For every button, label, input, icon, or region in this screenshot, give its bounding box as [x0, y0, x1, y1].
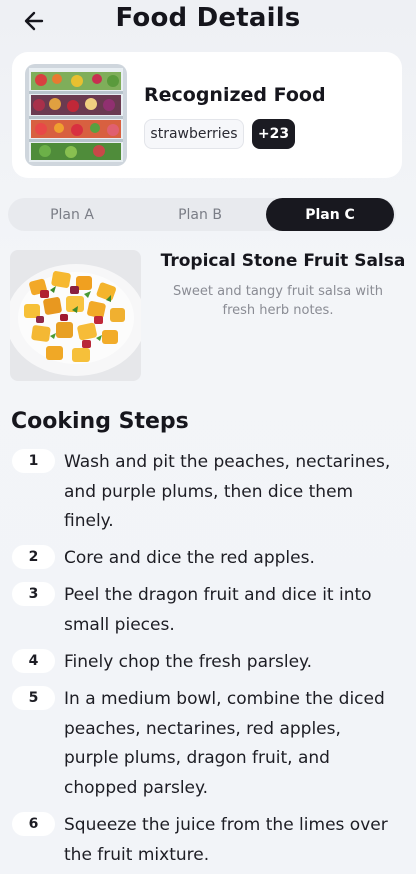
step-text: Squeeze the juice from the limes over th… — [64, 815, 388, 865]
step-text: Wash and pit the peaches, nectarines, an… — [64, 452, 391, 531]
page-title: Food Details — [115, 3, 301, 33]
step-number: 5 — [12, 686, 55, 710]
step-number: 3 — [12, 582, 55, 606]
step-number: 1 — [12, 449, 55, 473]
dish-description: Sweet and tangy fruit salsa with fresh h… — [173, 284, 383, 318]
step-number: 4 — [12, 649, 55, 673]
header: Food Details — [0, 0, 416, 44]
step-text: Peel the dragon fruit and dice it into s… — [64, 585, 372, 635]
fridge-photo — [25, 64, 127, 166]
dish-photo — [10, 250, 141, 381]
step-number: 6 — [12, 812, 55, 836]
tab-plan-b[interactable]: Plan B — [136, 198, 264, 231]
recognized-food-title: Recognized Food — [144, 84, 326, 106]
plan-tabs: Plan A Plan B Plan C — [8, 198, 396, 231]
step-text: In a medium bowl, combine the diced peac… — [64, 689, 385, 798]
food-tag[interactable]: strawberries — [144, 119, 244, 149]
tab-plan-a[interactable]: Plan A — [8, 198, 136, 231]
tab-plan-c[interactable]: Plan C — [266, 198, 394, 231]
step-text: Finely chop the fresh parsley. — [64, 652, 313, 672]
step-text: Core and dice the red apples. — [64, 548, 315, 568]
dish-title: Tropical Stone Fruit Salsa — [160, 251, 406, 271]
recognized-food-card: Recognized Food strawberries +23 — [12, 52, 402, 178]
cooking-steps-heading: Cooking Steps — [11, 409, 189, 434]
step-number: 2 — [12, 545, 55, 569]
more-tags-badge[interactable]: +23 — [252, 119, 295, 149]
